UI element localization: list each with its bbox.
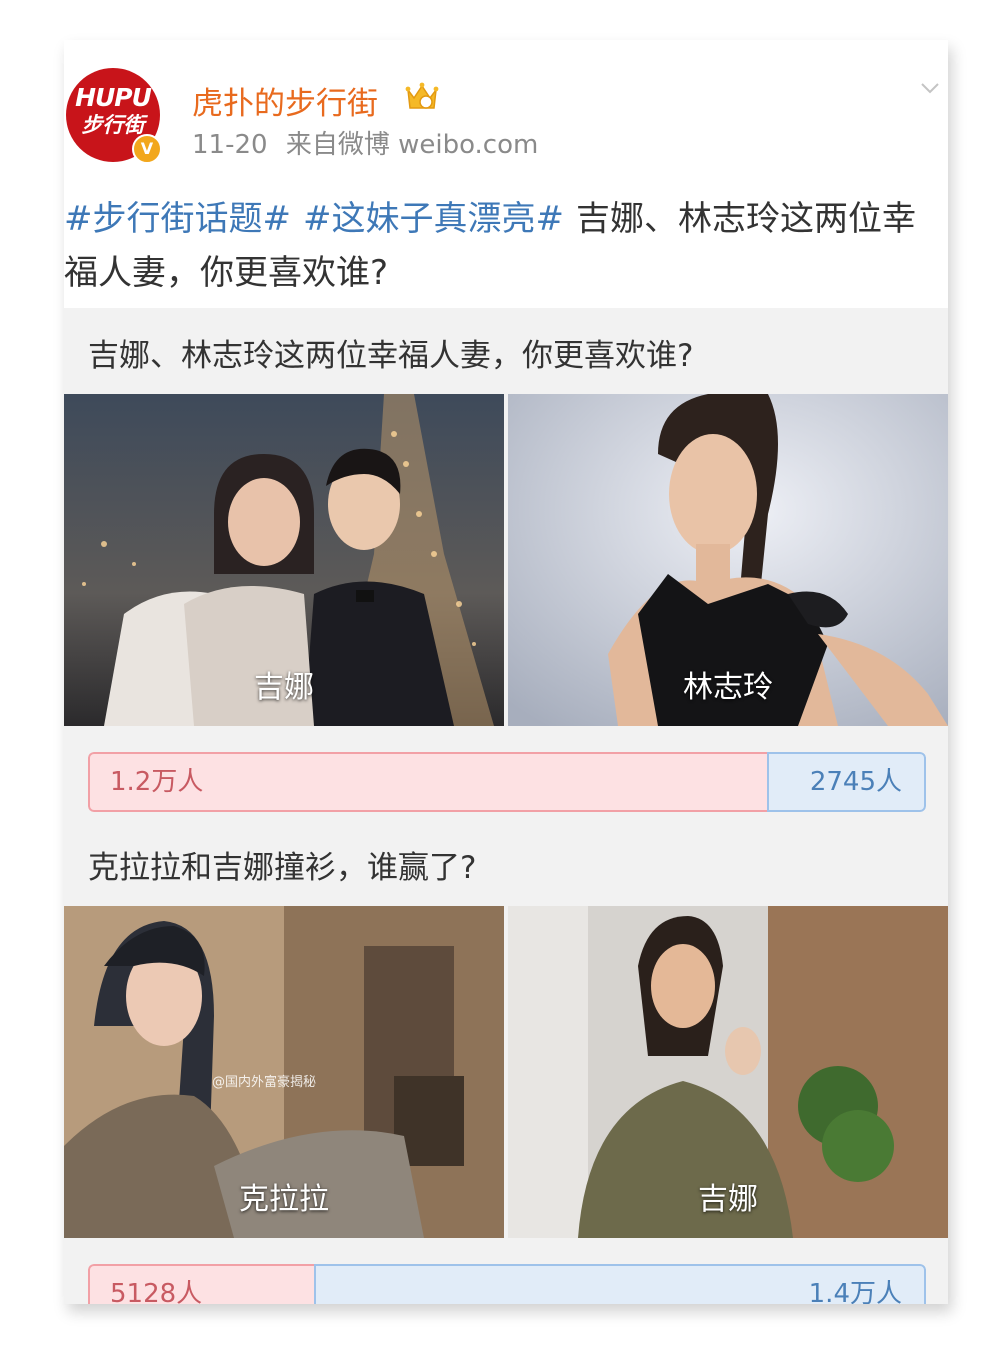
poll-option-label: 克拉拉 xyxy=(239,1182,329,1217)
post-body: #步行街话题# #这妹子真漂亮# 吉娜、林志玲这两位幸福人妻，你更喜欢谁? xyxy=(64,192,948,300)
poll-question: 克拉拉和吉娜撞衫，谁赢了? xyxy=(88,850,477,886)
account-name[interactable]: 虎扑的步行街 xyxy=(192,78,378,123)
watermark: @国内外富豪揭秘 xyxy=(212,1071,316,1090)
poll-question: 吉娜、林志玲这两位幸福人妻，你更喜欢谁? xyxy=(88,338,694,374)
avatar-logo-text: HUPU xyxy=(75,83,152,112)
crown-icon xyxy=(405,82,439,109)
vote-count-option-a: 5128人 xyxy=(88,1264,315,1304)
poll-result-bar[interactable]: 5128人 1.4万人 xyxy=(88,1264,926,1304)
hashtag-link[interactable]: #步行街话题# xyxy=(64,199,291,239)
verified-badge-icon: V xyxy=(132,134,162,164)
vote-count-option-b: 1.4万人 xyxy=(314,1264,926,1304)
poll-option-label: 吉娜 xyxy=(698,1182,758,1217)
poll-option-label: 林志玲 xyxy=(683,670,773,705)
vote-count-option-a: 1.2万人 xyxy=(88,752,767,812)
poll-option-label: 吉娜 xyxy=(254,670,314,705)
chevron-down-icon[interactable] xyxy=(920,78,940,98)
poll-option-image[interactable]: @国内外富豪揭秘 克拉拉 xyxy=(64,906,504,1238)
post-source: 来自微博 weibo.com xyxy=(285,130,539,160)
post-meta: 11-20 来自微博 weibo.com xyxy=(192,124,548,161)
poll-option-image[interactable]: 吉娜 xyxy=(64,394,504,726)
poll-option-image[interactable]: 吉娜 xyxy=(508,906,948,1238)
hashtag-link[interactable]: #这妹子真漂亮# xyxy=(303,199,564,239)
post-header: HUPU 步行街 V 虎扑的步行街 11-20 来自微博 weibo.com xyxy=(64,40,948,190)
vote-count-option-b: 2745人 xyxy=(766,752,926,812)
poll-container: 吉娜、林志玲这两位幸福人妻，你更喜欢谁? 吉娜 林志玲 1.2万人 2745人 … xyxy=(64,308,948,1304)
weibo-post-card: HUPU 步行街 V 虎扑的步行街 11-20 来自微博 weibo.com #… xyxy=(64,40,948,1304)
poll-option-image[interactable]: 林志玲 xyxy=(508,394,948,726)
post-date: 11-20 xyxy=(192,130,268,160)
watermark-text: @国内外富豪揭秘 xyxy=(212,1075,317,1090)
poll-result-bar[interactable]: 1.2万人 2745人 xyxy=(88,752,926,812)
